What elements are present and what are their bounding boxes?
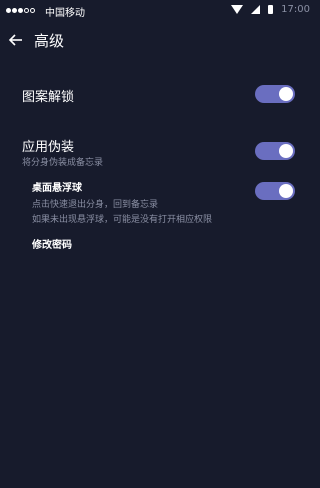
carrier-name: 中国移动 xyxy=(45,8,85,19)
clock: 17:00 xyxy=(281,4,310,15)
status-bar: 中国移动 17:00 xyxy=(0,0,315,22)
floating-ball-label: 桌面悬浮球 xyxy=(32,183,82,194)
battery-icon xyxy=(268,5,274,14)
wifi-icon xyxy=(231,5,244,14)
screen: 中国移动 17:00 高级 图案解锁 应用伪装 将分身伪装成备忘录 桌面悬浮球 … xyxy=(0,0,315,488)
app-disguise-description: 将分身伪装成备忘录 xyxy=(22,158,104,168)
pattern-unlock-label: 图案解锁 xyxy=(22,90,75,105)
toggle-knob xyxy=(279,144,293,158)
toggle-knob xyxy=(279,87,293,101)
app-header: 高级 xyxy=(0,26,315,56)
page-title: 高级 xyxy=(34,32,65,50)
change-password-label: 修改密码 xyxy=(32,240,72,251)
pattern-unlock-toggle[interactable] xyxy=(255,85,295,103)
status-indicators: 17:00 xyxy=(231,4,310,15)
signal-strength-icon xyxy=(6,8,35,13)
floating-ball-toggle[interactable] xyxy=(255,182,295,200)
cellular-icon xyxy=(251,5,261,14)
back-arrow-icon[interactable] xyxy=(6,30,26,50)
floating-ball-description-1: 点击快速退出分身，回到备忘录 xyxy=(32,200,159,210)
toggle-knob xyxy=(279,184,293,198)
app-disguise-toggle[interactable] xyxy=(255,142,295,160)
floating-ball-description-2: 如果未出现悬浮球，可能是没有打开相应权限 xyxy=(32,215,213,225)
app-disguise-label: 应用伪装 xyxy=(22,140,75,155)
